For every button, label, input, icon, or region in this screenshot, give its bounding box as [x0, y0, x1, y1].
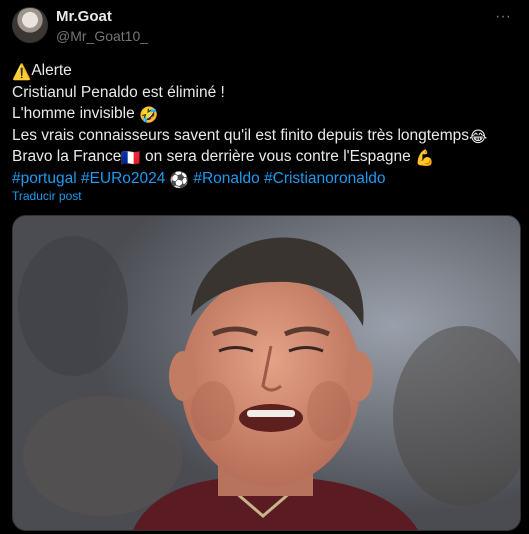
- hashtag-cristianoronaldo[interactable]: #Cristianoronaldo: [264, 170, 386, 187]
- post-text: ⚠️Alerte Cristianul Penaldo est éliminé …: [12, 60, 517, 189]
- warning-icon: ⚠️: [12, 64, 32, 81]
- more-options-icon[interactable]: ···: [493, 9, 513, 30]
- post-card[interactable]: Mr.Goat @Mr_Goat10_ ··· ⚠️Alerte Cristia…: [0, 0, 529, 534]
- post-photo[interactable]: [12, 215, 521, 531]
- post-line-5: Bravo la France🇫🇷 on sera derrière vous …: [12, 146, 517, 168]
- translate-post-link[interactable]: Traducir post: [12, 189, 82, 203]
- hashtag-ronaldo[interactable]: #Ronaldo: [193, 170, 259, 187]
- post-line-5-text-b: on sera derrière vous contre l'Espagne: [140, 148, 416, 165]
- avatar[interactable]: [12, 7, 48, 43]
- post-line-1-text: Alerte: [31, 62, 72, 79]
- photo-icon: [13, 216, 520, 530]
- football-icon: ⚽: [169, 171, 190, 189]
- post-line-2: Cristianul Penaldo est éliminé !: [12, 83, 225, 101]
- rofl-emoji-icon: 🤣: [139, 107, 159, 124]
- post-line-3: L'homme invisible 🤣: [12, 103, 517, 125]
- hashtag-portugal[interactable]: #portugal: [12, 170, 77, 187]
- hashtag-line: #portugal #EURo2024 ⚽ #Ronaldo #Cristian…: [12, 168, 517, 190]
- author-handle[interactable]: @Mr_Goat10_: [56, 28, 148, 44]
- post-line-4-text: Les vrais connaisseurs savent qu'il est …: [12, 126, 470, 144]
- france-flag-icon: 🇫🇷: [121, 150, 141, 167]
- post-line-1: ⚠️Alerte: [12, 60, 517, 82]
- post-line-3-text: L'homme invisible: [12, 105, 140, 122]
- joy-emoji-icon: 😂: [469, 128, 488, 146]
- muscle-emoji-icon: 💪: [415, 150, 435, 167]
- author-display-name[interactable]: Mr.Goat: [56, 8, 112, 26]
- post-line-4: Les vrais connaisseurs savent qu'il est …: [12, 125, 517, 147]
- hashtag-euro2024[interactable]: #EURo2024: [81, 170, 165, 187]
- post-line-5-text-a: Bravo la France: [12, 148, 122, 165]
